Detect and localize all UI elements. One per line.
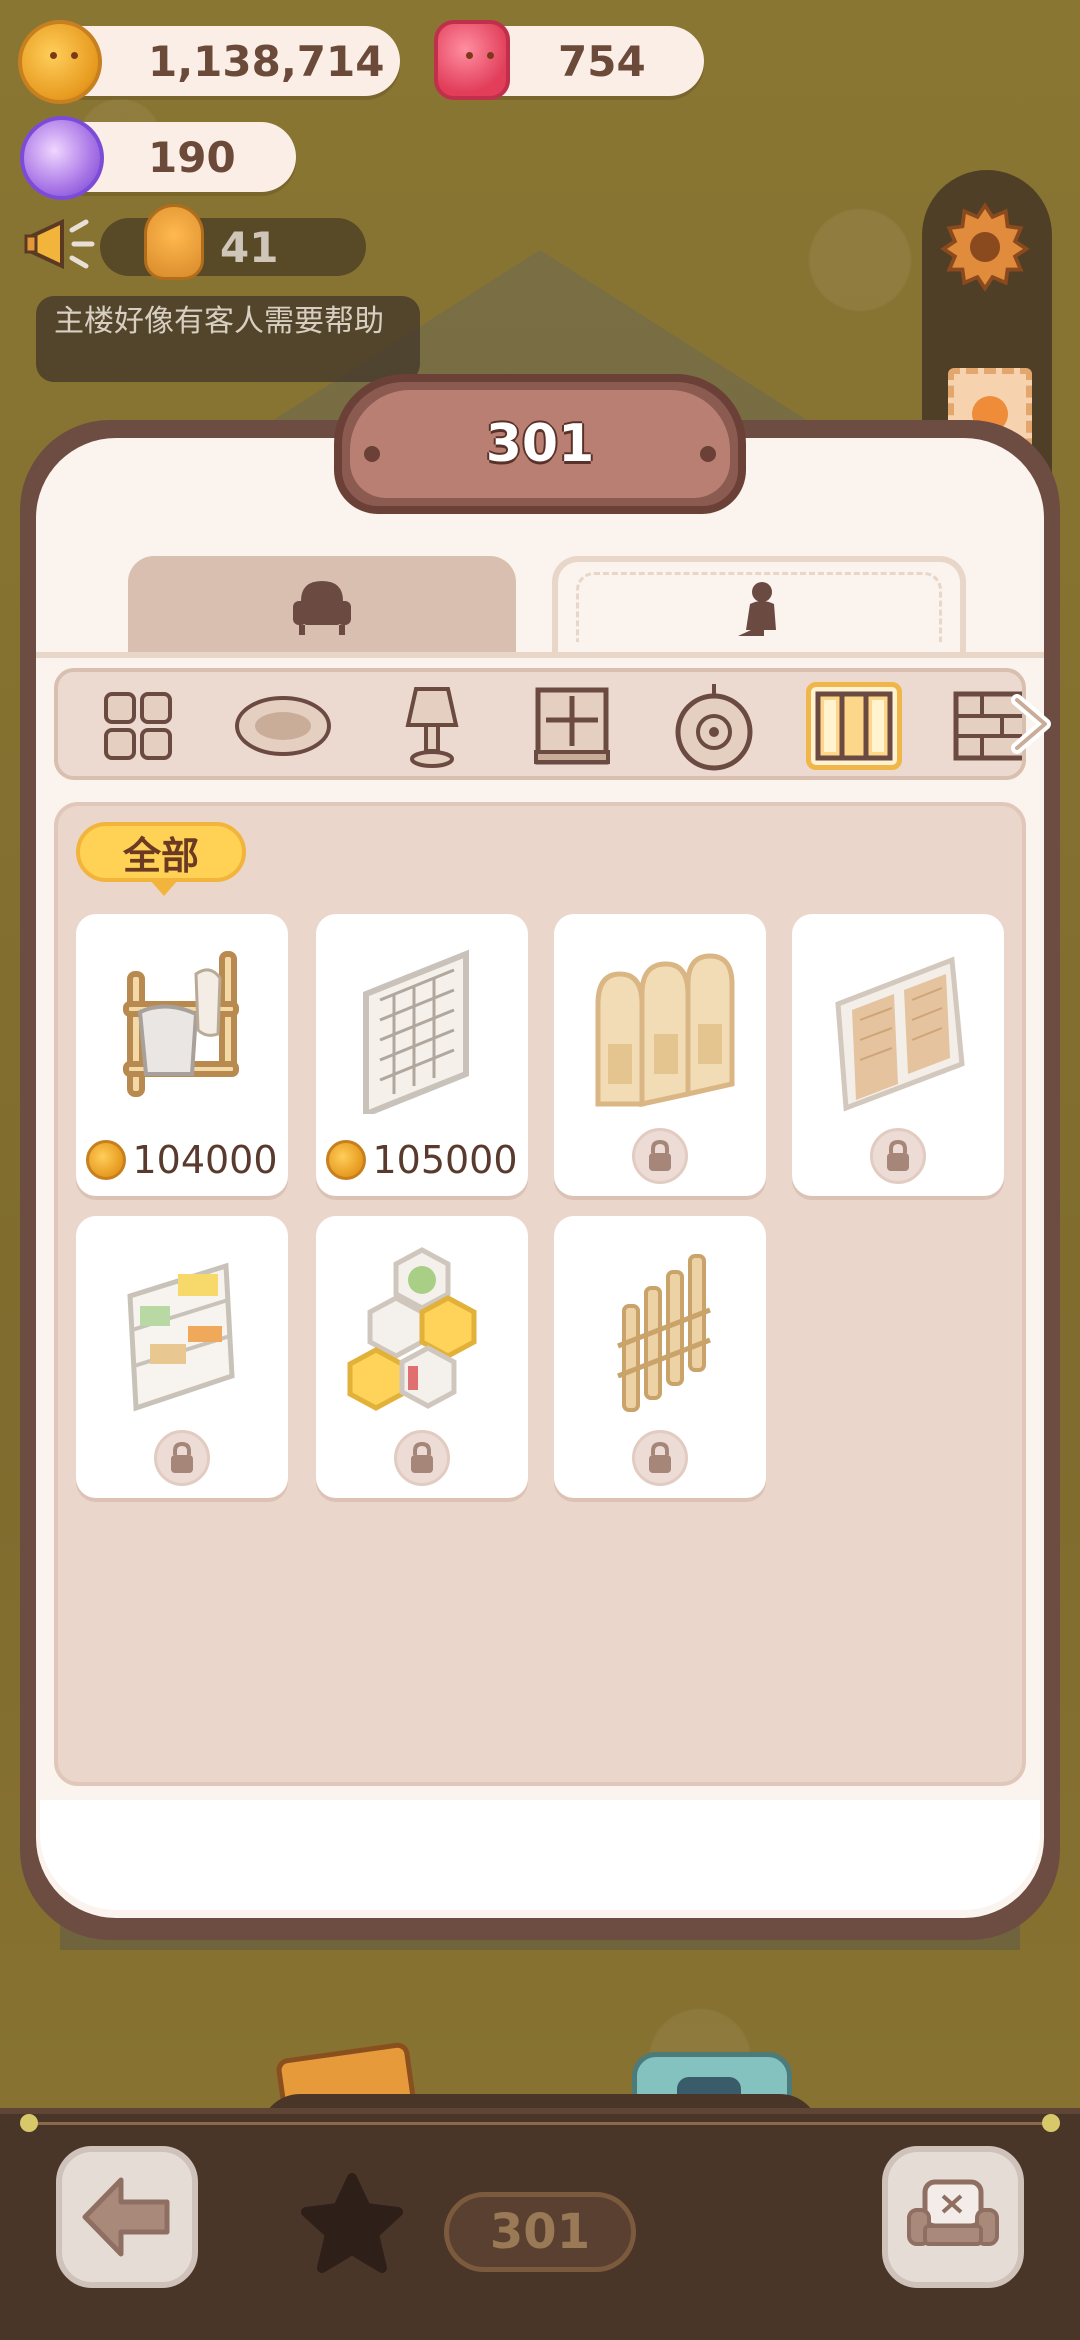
wall-clock-icon xyxy=(675,684,753,771)
coin-icon xyxy=(326,1140,367,1180)
chevron-right-icon xyxy=(1011,694,1051,754)
towel-rack-image xyxy=(123,951,239,1097)
lamp-icon xyxy=(405,687,459,768)
filter-pointer xyxy=(150,880,178,896)
room-number-pill[interactable]: 301 xyxy=(444,2192,636,2272)
category-lamp[interactable] xyxy=(384,682,480,770)
item-price-value: 105000 xyxy=(372,1138,518,1182)
item-card-storage-shelf[interactable] xyxy=(76,1216,288,1498)
coin-amount: 1,138,714 xyxy=(148,36,385,86)
arched-folding-screen-image xyxy=(595,953,735,1108)
item-card-lattice-screen[interactable]: 105000 xyxy=(316,914,528,1196)
lock-icon xyxy=(887,1139,909,1171)
guest-count: 41 xyxy=(220,222,279,272)
locked-badge xyxy=(632,1128,688,1184)
sofa-icon xyxy=(907,2179,999,2246)
back-button[interactable] xyxy=(56,2146,198,2288)
tab-divider xyxy=(36,652,1044,658)
rug-icon xyxy=(235,696,331,756)
furniture-edit-button[interactable] xyxy=(882,2146,1024,2288)
room-divider-icon xyxy=(815,691,893,761)
rope-knot xyxy=(1042,2114,1060,2132)
wood-panel-screen-image xyxy=(835,956,965,1112)
window-grid-icon xyxy=(104,692,172,760)
item-price: 104000 xyxy=(76,1138,288,1182)
lock-icon xyxy=(649,1441,671,1473)
item-price: 105000 xyxy=(316,1138,528,1182)
window-icon xyxy=(534,687,610,765)
candy-icon xyxy=(20,116,104,200)
rope-knot xyxy=(20,2114,38,2132)
bamboo-fence-image xyxy=(617,1254,711,1412)
megaphone-icon[interactable] xyxy=(22,204,102,284)
item-price-value: 104000 xyxy=(132,1138,278,1182)
lock-icon xyxy=(649,1139,671,1171)
item-card-towel-rack[interactable]: 104000 xyxy=(76,914,288,1196)
locked-badge xyxy=(154,1430,210,1486)
back-arrow-icon xyxy=(82,2177,170,2257)
figure-icon xyxy=(738,582,776,636)
room-title: 301 xyxy=(350,390,730,498)
armchair-icon xyxy=(293,581,351,635)
storage-shelf-image xyxy=(127,1262,235,1412)
category-rug[interactable] xyxy=(228,682,338,770)
tab-furniture[interactable] xyxy=(128,556,516,656)
panel-footer xyxy=(40,1800,1040,1910)
gem-icon xyxy=(434,20,510,100)
lattice-screen-image xyxy=(363,949,469,1114)
lock-icon xyxy=(171,1441,193,1473)
rivet xyxy=(700,446,716,462)
category-bar[interactable] xyxy=(54,668,1026,780)
hexagon-shelf-image xyxy=(347,1247,477,1411)
item-card-arched-folding-screen[interactable] xyxy=(554,914,766,1196)
category-next-button[interactable] xyxy=(1004,692,1058,756)
item-card-bamboo-fence[interactable] xyxy=(554,1216,766,1498)
gem-amount: 754 xyxy=(558,36,646,86)
filter-all-button[interactable]: 全部 xyxy=(76,822,246,882)
bottom-bar-rope xyxy=(28,2122,1052,2125)
guest-icon xyxy=(144,204,204,280)
locked-badge xyxy=(870,1128,926,1184)
gear-icon[interactable] xyxy=(938,200,1032,294)
item-card-wood-panel-screen[interactable] xyxy=(792,914,1004,1196)
candy-amount: 190 xyxy=(148,132,236,182)
coin-icon xyxy=(18,20,102,104)
lock-icon xyxy=(411,1441,433,1473)
category-window[interactable] xyxy=(524,682,620,770)
rivet xyxy=(364,446,380,462)
coin-icon xyxy=(86,1140,127,1180)
favorite-star-button[interactable] xyxy=(296,2170,408,2282)
guest-notice[interactable]: 主楼好像有客人需要帮助 xyxy=(36,296,420,382)
category-window-grid[interactable] xyxy=(90,682,186,770)
category-room-divider[interactable] xyxy=(806,682,902,770)
locked-badge xyxy=(394,1430,450,1486)
guest-counter[interactable]: 41 xyxy=(100,218,366,276)
locked-badge xyxy=(632,1430,688,1486)
category-wall-clock[interactable] xyxy=(666,682,762,771)
tab-decor[interactable] xyxy=(552,556,966,656)
item-card-hexagon-shelf[interactable] xyxy=(316,1216,528,1498)
